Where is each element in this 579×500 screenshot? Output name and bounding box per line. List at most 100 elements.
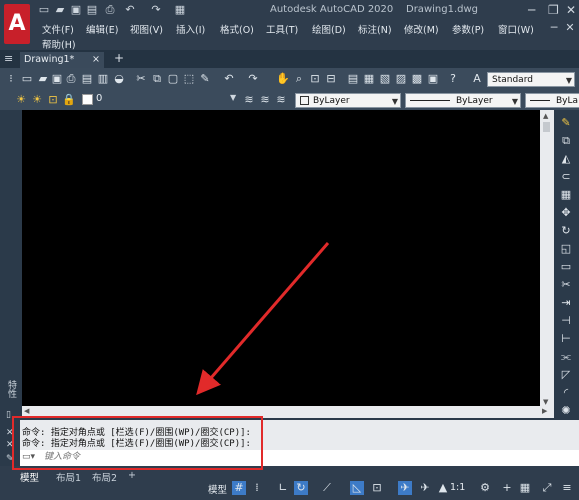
linetype-dropdown[interactable]: ByLayer ▼ <box>405 93 521 108</box>
layer-on-icon[interactable]: ☀ <box>14 93 28 107</box>
3d-icon[interactable]: ◒ <box>112 72 126 86</box>
undo-tb-icon[interactable]: ↶ <box>222 72 236 86</box>
text-style-dropdown[interactable]: Standard ▼ <box>487 72 575 87</box>
menu-close-icon[interactable]: ✕ <box>564 22 576 34</box>
isolate-icon[interactable]: ▦ <box>518 481 532 495</box>
layer-lock-icon[interactable]: 🔒 <box>62 93 76 107</box>
menu-window[interactable]: 窗口(W) <box>498 22 534 36</box>
menu-file[interactable]: 文件(F) <box>42 22 74 36</box>
help-icon[interactable]: ? <box>446 72 460 86</box>
layer-name[interactable]: 0 <box>96 93 102 104</box>
layer-dropdown-icon[interactable]: ▼ <box>230 93 236 102</box>
scroll-up-icon[interactable]: ▲ <box>543 112 548 120</box>
save-as-icon[interactable]: ▤ <box>86 4 98 16</box>
drawing-canvas[interactable] <box>22 110 540 406</box>
brush-icon[interactable]: ✎ <box>198 72 212 86</box>
save-tb-icon[interactable]: ▣ <box>50 72 64 86</box>
tab-layout1[interactable]: 布局1 <box>56 470 81 484</box>
tab-close-icon[interactable]: × <box>92 52 100 68</box>
workspace-gear-icon[interactable]: ⚙ <box>478 481 492 495</box>
annotation-scale-value[interactable]: 1:1 <box>450 482 465 493</box>
menu-tools[interactable]: 工具(T) <box>266 22 298 36</box>
copy-icon[interactable]: ⧉ <box>150 72 164 86</box>
minimize-icon[interactable]: ─ <box>528 3 535 17</box>
trim-icon[interactable]: ✂ <box>559 278 573 292</box>
properties-panel-label[interactable]: 特性 <box>4 380 16 398</box>
color-dropdown[interactable]: ByLayer ▼ <box>295 93 401 108</box>
menu-insert[interactable]: 插入(I) <box>176 22 205 36</box>
publish-icon[interactable]: ▥ <box>96 72 110 86</box>
model-space-button[interactable]: 模型 <box>208 482 227 496</box>
layer-viewport-icon[interactable]: ⊡ <box>46 93 60 107</box>
vertical-scrollbar[interactable]: ▲ ▼ <box>540 110 554 410</box>
scroll-down-icon[interactable]: ▼ <box>543 398 548 406</box>
menu-edit[interactable]: 编辑(E) <box>86 22 118 36</box>
auto-scale-icon[interactable]: ✈ <box>418 481 432 495</box>
new-file-icon[interactable]: ▭ <box>38 4 50 16</box>
mirror-icon[interactable]: ◭ <box>559 152 573 166</box>
menu-parameters[interactable]: 参数(P) <box>452 22 484 36</box>
scale-icon[interactable]: ◱ <box>559 242 573 256</box>
rotate-icon[interactable]: ↻ <box>559 224 573 238</box>
close-window-icon[interactable]: ✕ <box>566 3 576 17</box>
extend-icon[interactable]: ⇥ <box>559 296 573 310</box>
layer-previous-icon[interactable]: ≋ <box>258 93 272 107</box>
workspace-icon[interactable]: ▦ <box>174 4 186 16</box>
annotation-scale-icon[interactable]: ▲ <box>436 481 450 495</box>
lineweight-dropdown[interactable]: ByLa <box>525 93 579 108</box>
zoom-previous-icon[interactable]: ⊟ <box>324 72 338 86</box>
menu-minimize-icon[interactable]: ─ <box>548 22 560 34</box>
move-icon[interactable]: ✥ <box>559 206 573 220</box>
new-tab-icon[interactable]: + <box>114 51 124 65</box>
fullscreen-icon[interactable]: ⤢ <box>540 481 554 495</box>
layer-states-icon[interactable]: ≋ <box>274 93 288 107</box>
make-current-icon[interactable]: ≋ <box>242 93 256 107</box>
menu-toggle-icon[interactable]: ≡ <box>4 52 13 65</box>
zoom-realtime-icon[interactable]: ⌕ <box>292 72 306 86</box>
app-logo[interactable]: A <box>4 4 30 44</box>
redo-icon[interactable]: ↷ <box>150 4 162 16</box>
match-icon[interactable]: ⬚ <box>182 72 196 86</box>
otrack-icon[interactable]: ⊡ <box>370 481 384 495</box>
menu-view[interactable]: 视图(V) <box>130 22 163 36</box>
menu-format[interactable]: 格式(O) <box>220 22 254 36</box>
array-icon[interactable]: ▦ <box>559 188 573 202</box>
preview-icon[interactable]: ▤ <box>80 72 94 86</box>
pin-icon[interactable]: ⁝ <box>4 72 18 86</box>
tab-model[interactable]: 模型 <box>20 470 39 484</box>
zoom-window-icon[interactable]: ⊡ <box>308 72 322 86</box>
erase-icon[interactable]: ✎ <box>559 116 573 130</box>
tab-drawing1[interactable]: Drawing1* × <box>20 52 104 68</box>
polar-icon[interactable]: ↻ <box>294 481 308 495</box>
redo-tb-icon[interactable]: ↷ <box>246 72 260 86</box>
open-icon[interactable]: ▰ <box>36 72 50 86</box>
tab-layout2[interactable]: 布局2 <box>92 470 117 484</box>
copy-object-icon[interactable]: ⧉ <box>559 134 573 148</box>
add-icon[interactable]: + <box>500 481 514 495</box>
isodraft-icon[interactable]: ⟋ <box>320 481 334 495</box>
print-tb-icon[interactable]: ⎙ <box>64 72 78 86</box>
sheet-set-icon[interactable]: ▨ <box>394 72 408 86</box>
fillet-icon[interactable]: ◜ <box>559 386 573 400</box>
calculator-icon[interactable]: ▣ <box>426 72 440 86</box>
break-icon[interactable]: ⊢ <box>559 332 573 346</box>
menu-modify[interactable]: 修改(M) <box>404 22 439 36</box>
undo-icon[interactable]: ↶ <box>124 4 136 16</box>
layer-freeze-icon[interactable]: ☀ <box>30 93 44 107</box>
markup-icon[interactable]: ▩ <box>410 72 424 86</box>
open-folder-icon[interactable]: ▰ <box>54 4 66 16</box>
properties-icon[interactable]: ▤ <box>346 72 360 86</box>
join-icon[interactable]: ⫘ <box>559 350 573 364</box>
annotation-visibility-icon[interactable]: ✈ <box>398 481 412 495</box>
stretch-icon[interactable]: ▭ <box>559 260 573 274</box>
paste-icon[interactable]: ▢ <box>166 72 180 86</box>
customize-icon[interactable]: ≡ <box>560 481 574 495</box>
snap-icon[interactable]: ⁞ <box>250 481 264 495</box>
menu-dimension[interactable]: 标注(N) <box>358 22 392 36</box>
break-point-icon[interactable]: ⊣ <box>559 314 573 328</box>
scroll-left-icon[interactable]: ◀ <box>24 407 29 415</box>
new-icon[interactable]: ▭ <box>20 72 34 86</box>
restore-icon[interactable]: ❐ <box>548 3 559 17</box>
ortho-icon[interactable]: ∟ <box>276 481 290 495</box>
panel-pin-icon[interactable]: ▯ <box>6 410 11 420</box>
